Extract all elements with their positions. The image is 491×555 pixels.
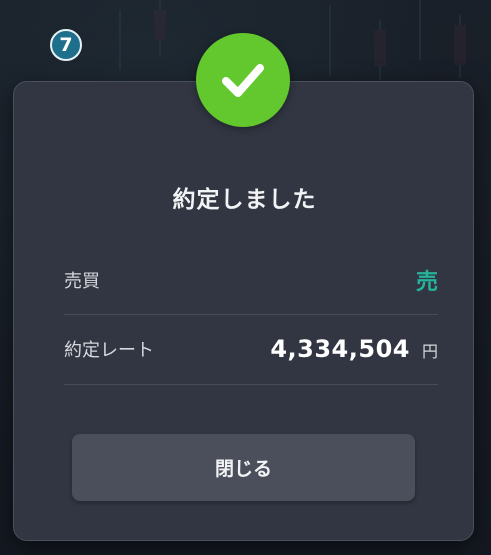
step-badge: 7 <box>50 29 82 61</box>
side-label: 売買 <box>64 271 100 292</box>
side-value: 売 <box>415 270 438 295</box>
rate-value-group: 4,334,504 円 <box>270 335 438 363</box>
order-filled-dialog: 約定しました 売買 売 約定レート 4,334,504 円 閉じる <box>13 81 474 541</box>
side-row: 売買 売 <box>64 246 438 314</box>
check-icon <box>196 33 290 127</box>
rate-row: 約定レート 4,334,504 円 <box>64 315 438 383</box>
rate-unit: 円 <box>421 342 438 361</box>
rate-value: 4,334,504 <box>270 335 410 363</box>
check-mark <box>222 64 264 97</box>
row-divider <box>64 384 438 385</box>
rate-label: 約定レート <box>64 340 154 361</box>
close-button[interactable]: 閉じる <box>72 434 415 501</box>
dialog-title: 約定しました <box>172 187 317 213</box>
